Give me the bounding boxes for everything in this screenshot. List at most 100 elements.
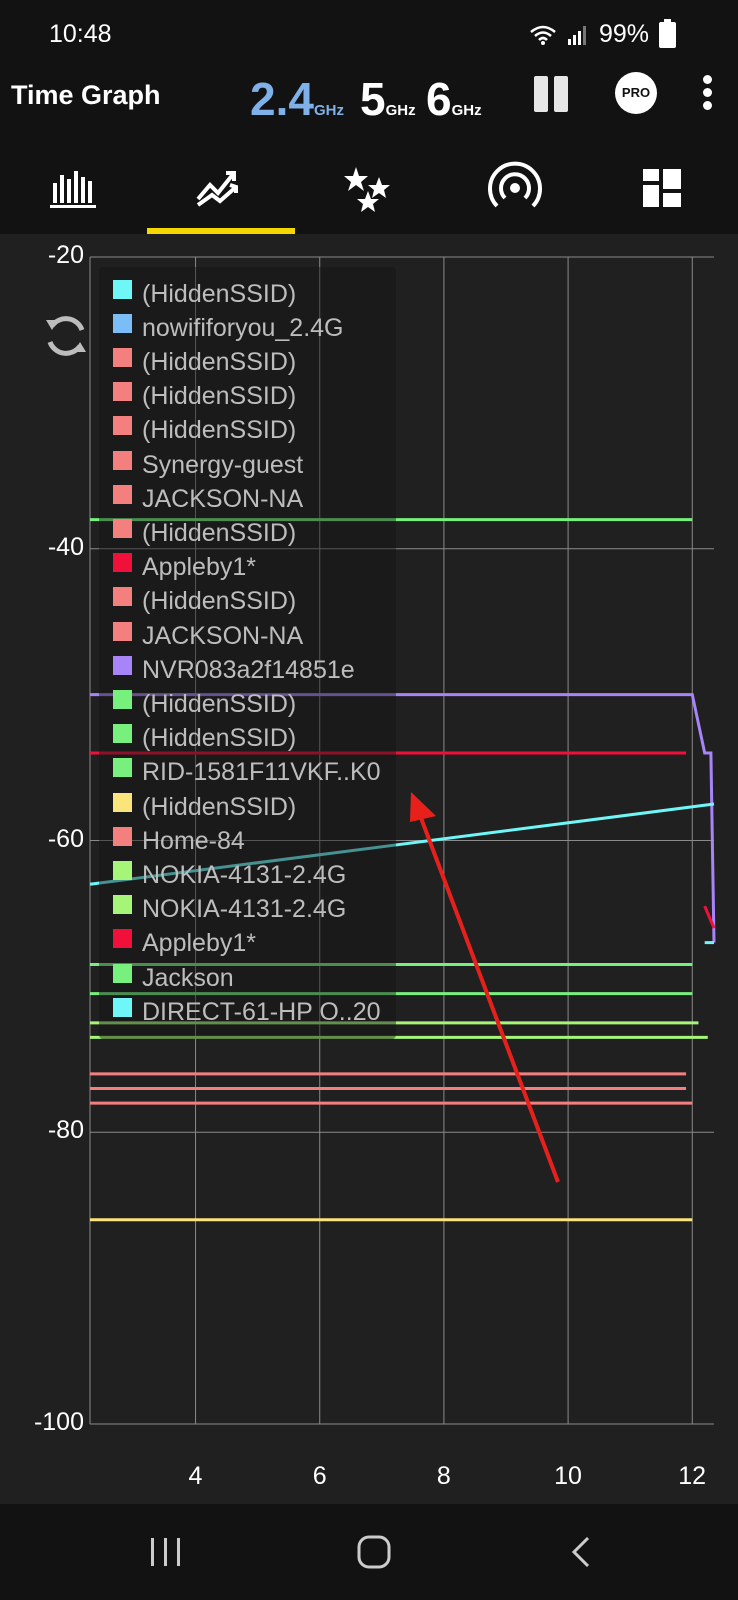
legend-swatch — [113, 382, 132, 402]
legend-item: DIRECT-61-HP O..20 — [113, 995, 381, 1029]
y-tick-label: -80 — [47, 1116, 84, 1145]
legend-item: (HiddenSSID) — [113, 277, 296, 311]
tab-bar — [0, 142, 738, 234]
legend-item: (HiddenSSID) — [113, 687, 296, 721]
home-icon[interactable] — [354, 1532, 394, 1572]
legend-label: NOKIA-4131-2.4G — [142, 895, 347, 924]
more-options-icon[interactable] — [700, 72, 714, 114]
legend-swatch — [113, 450, 132, 470]
band-number: 2.4 — [250, 73, 314, 125]
legend-swatch — [113, 587, 132, 607]
legend-swatch — [113, 689, 132, 709]
legend-label: (HiddenSSID) — [142, 279, 297, 308]
status-bar: 10:48 99% — [0, 0, 738, 72]
band-2-4ghz-button[interactable]: 2.4GHz — [250, 72, 344, 126]
legend-item: (HiddenSSID) — [113, 722, 296, 756]
legend-item: (HiddenSSID) — [113, 380, 296, 414]
legend-label: Jackson — [142, 963, 234, 992]
legend-label: JACKSON-NA — [142, 484, 304, 513]
legend-label: Appleby1* — [142, 929, 256, 958]
wifi-icon — [530, 25, 556, 45]
legend-swatch — [113, 313, 132, 333]
legend-item: nowififoryou_2.4G — [113, 311, 344, 345]
x-tick-label: 12 — [678, 1462, 707, 1490]
legend-swatch — [113, 724, 132, 744]
legend-item: (HiddenSSID) — [113, 516, 296, 550]
legend-swatch — [113, 347, 132, 367]
legend-label: (HiddenSSID) — [142, 587, 297, 616]
legend-label: (HiddenSSID) — [142, 792, 297, 821]
legend-label: DIRECT-61-HP O..20 — [142, 997, 381, 1026]
legend-item: (HiddenSSID) — [113, 585, 296, 619]
navigation-bar — [0, 1504, 738, 1600]
band-unit: GHz — [451, 102, 482, 119]
legend-label: nowififoryou_2.4G — [142, 313, 344, 342]
band-number: 5 — [360, 73, 386, 125]
legend-label: (HiddenSSID) — [142, 689, 297, 718]
dashboard-icon — [642, 169, 681, 207]
legend-item: RID-1581F11VKF..K0 — [113, 756, 381, 790]
legend-item: (HiddenSSID) — [113, 790, 296, 824]
recent-apps-icon[interactable] — [146, 1532, 186, 1572]
band-number: 6 — [426, 73, 452, 125]
legend-swatch — [113, 997, 132, 1017]
tab-access-points[interactable] — [441, 142, 588, 234]
legend-item: Synergy-guest — [113, 448, 303, 482]
signal-icon — [567, 25, 586, 45]
legend-swatch — [113, 792, 132, 812]
legend-item: NOKIA-4131-2.4G — [113, 858, 346, 892]
pause-button[interactable] — [534, 76, 572, 112]
annotation-arrow-line — [416, 809, 560, 1183]
legend-item: JACKSON-NA — [113, 482, 303, 516]
legend-label: NVR083a2f14851e — [142, 655, 355, 684]
y-tick-label: -60 — [47, 824, 84, 853]
refresh-icon[interactable] — [40, 310, 92, 362]
legend-label: Appleby1* — [142, 553, 256, 582]
tab-channel-graph[interactable] — [0, 142, 147, 234]
legend-swatch — [113, 826, 132, 846]
app-bar: Time Graph 2.4GHz 5GHz 6GHz PRO — [0, 72, 738, 142]
back-icon[interactable] — [562, 1532, 602, 1572]
time-graph-icon — [195, 171, 238, 207]
legend-swatch — [113, 929, 132, 949]
legend-swatch — [113, 758, 132, 778]
network-legend: (HiddenSSID) nowififoryou_2.4G (HiddenSSID… — [99, 267, 396, 1039]
band-unit: GHz — [385, 102, 416, 119]
legend-item: Home-84 — [113, 824, 245, 858]
legend-item: (HiddenSSID) — [113, 345, 296, 379]
status-time: 10:48 — [49, 20, 112, 48]
x-tick-label: 6 — [312, 1462, 327, 1490]
y-tick-label: -20 — [47, 241, 84, 269]
legend-label: Home-84 — [142, 826, 245, 855]
legend-item: (HiddenSSID) — [113, 414, 296, 448]
legend-swatch — [113, 518, 132, 538]
legend-label: NOKIA-4131-2.4G — [142, 860, 347, 889]
tab-dashboard[interactable] — [588, 142, 735, 234]
legend-item: Jackson — [113, 961, 234, 995]
legend-swatch — [113, 279, 132, 299]
x-tick-label: 4 — [188, 1462, 203, 1490]
y-tick-label: -100 — [33, 1408, 84, 1436]
legend-item: JACKSON-NA — [113, 619, 303, 653]
x-tick-label: 10 — [554, 1462, 582, 1490]
channel-rating-icon — [343, 167, 390, 212]
pause-icon — [534, 76, 548, 112]
pro-button[interactable]: PRO — [615, 72, 657, 114]
band-6ghz-button[interactable]: 6GHz — [426, 72, 482, 126]
legend-swatch — [113, 621, 132, 641]
legend-swatch — [113, 895, 132, 915]
tab-time-graph[interactable] — [147, 142, 294, 234]
legend-item: Appleby1* — [113, 927, 256, 961]
legend-swatch — [113, 484, 132, 504]
legend-swatch — [113, 553, 132, 573]
legend-swatch — [113, 655, 132, 675]
channel-graph-icon — [49, 171, 96, 208]
page-title: Time Graph — [11, 80, 161, 110]
tab-channel-rating[interactable] — [294, 142, 441, 234]
band-5ghz-button[interactable]: 5GHz — [360, 72, 416, 126]
legend-swatch — [113, 416, 132, 436]
battery-icon — [659, 18, 676, 48]
access-points-icon — [487, 161, 542, 208]
legend-item: NVR083a2f14851e — [113, 653, 355, 687]
legend-label: (HiddenSSID) — [142, 518, 297, 547]
